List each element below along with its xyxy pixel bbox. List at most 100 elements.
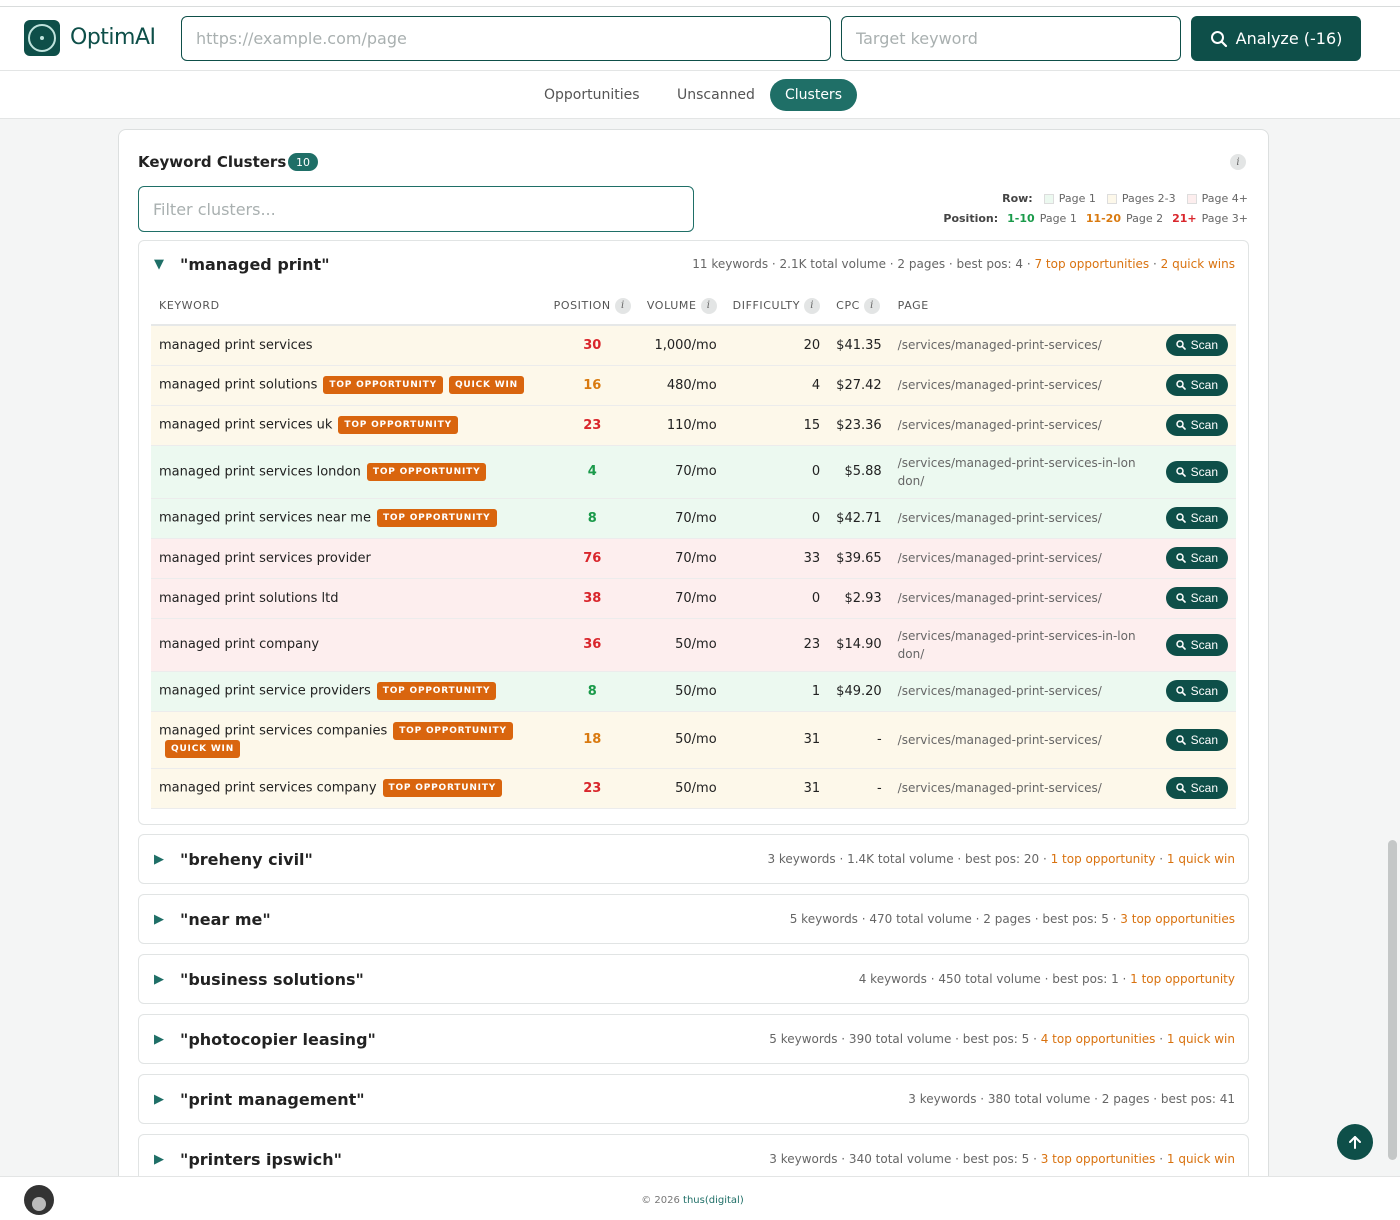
cpc-info-icon[interactable]: i	[864, 297, 881, 314]
url-input[interactable]	[181, 16, 831, 61]
scan-button[interactable]: Scan	[1165, 507, 1228, 529]
col-position[interactable]: POSITION i	[545, 287, 639, 326]
tab-unscanned[interactable]: Unscanned	[662, 79, 770, 111]
col-keyword[interactable]: KEYWORD	[151, 287, 546, 326]
col-cpc-label: CPC	[836, 298, 860, 312]
difficulty-cell: 0	[724, 498, 829, 539]
scan-button[interactable]: Scan	[1165, 728, 1228, 751]
logo-icon[interactable]	[24, 20, 60, 56]
scan-button[interactable]: Scan	[1165, 680, 1228, 702]
difficulty-cell: 20	[724, 325, 829, 366]
brand-name[interactable]: OptimAI	[70, 25, 156, 50]
cluster-meta: 3 keywords · 1.4K total volume · best po…	[767, 852, 1235, 866]
volume-cell: 70/mo	[638, 578, 725, 619]
scan-button[interactable]: Scan	[1165, 460, 1228, 483]
keywords-table-body: managed print services 30 1,000/mo 20 $41.35…	[151, 325, 1236, 809]
analyze-button[interactable]: Analyze (-16)	[1191, 16, 1361, 61]
search-icon	[1175, 734, 1186, 745]
col-page-label: PAGE	[897, 299, 929, 312]
tab-opportunities[interactable]: Opportunities	[529, 79, 655, 111]
search-icon	[1175, 420, 1186, 430]
pos-page-3: Page 3+	[1201, 212, 1248, 225]
action-cell: Scan	[1147, 618, 1236, 672]
scan-button[interactable]: Scan	[1165, 777, 1228, 799]
keyword-cell: managed print service providers TOP OPPOR…	[151, 671, 546, 712]
page-cell: /services/managed-print-services/	[889, 405, 1148, 446]
scan-label: Scan	[1190, 732, 1218, 747]
cluster-name: "managed print"	[180, 255, 330, 274]
page-cell: /services/managed-print-services/	[889, 578, 1148, 619]
cluster-row[interactable]: ▶ "breheny civil" 3 keywords · 1.4K tota…	[138, 834, 1249, 884]
copyright: © 2026 thus(digital)	[0, 1195, 1385, 1206]
cluster-meta: 5 keywords · 390 total volume · best pos…	[769, 1032, 1235, 1046]
scan-button[interactable]: Scan	[1165, 374, 1228, 396]
cpc-cell: $49.20	[828, 671, 890, 712]
table-row: managed print services uk TOP OPPORTUNITY…	[151, 405, 1236, 446]
cluster-row[interactable]: ▶ "photocopier leasing" 5 keywords · 390…	[138, 1014, 1249, 1064]
caret-right-icon[interactable]: ▶	[154, 1092, 164, 1107]
tab-clusters[interactable]: Clusters	[770, 79, 857, 111]
cluster-meta-sep: ·	[1155, 1152, 1167, 1166]
footer-link[interactable]: thus(digital)	[683, 1195, 744, 1206]
table-row: managed print services provider 76 70/mo 33…	[151, 538, 1236, 579]
volume-info-icon[interactable]: i	[700, 297, 717, 314]
caret-right-icon[interactable]: ▶	[154, 972, 164, 987]
pos-range-green: 1-10	[1007, 212, 1035, 225]
cluster-name: "photocopier leasing"	[180, 1030, 376, 1049]
cluster-row[interactable]: ▶ "near me" 5 keywords · 470 total volum…	[138, 894, 1249, 944]
cluster-row[interactable]: ▶ "business solutions" 4 keywords · 450 …	[138, 954, 1249, 1004]
filter-clusters-input[interactable]	[138, 186, 694, 232]
scan-button[interactable]: Scan	[1165, 334, 1228, 357]
caret-right-icon[interactable]: ▶	[154, 1152, 164, 1167]
cluster-count-badge: 10	[288, 153, 318, 171]
position-cell: 30	[545, 325, 639, 366]
difficulty-cell: 4	[724, 365, 829, 406]
info-icon[interactable]: i	[1230, 154, 1246, 170]
col-volume[interactable]: VOLUME i	[638, 287, 725, 326]
action-cell: Scan	[1147, 365, 1236, 406]
volume-cell: 70/mo	[638, 498, 725, 539]
caret-right-icon[interactable]: ▶	[154, 1032, 164, 1047]
caret-right-icon[interactable]: ▶	[154, 912, 164, 927]
scan-button[interactable]: Scan	[1165, 414, 1228, 436]
search-icon	[1175, 513, 1186, 523]
difficulty-cell: 0	[724, 578, 829, 619]
cpc-cell: $14.90	[828, 618, 890, 672]
col-page[interactable]: PAGE	[889, 287, 1148, 326]
keyword-cell: managed print services near me TOP OPPORT…	[151, 498, 546, 539]
col-difficulty[interactable]: DIFFICULTY i	[724, 287, 829, 326]
keyword-cell: managed print services london TOP OPPORTU…	[151, 445, 546, 499]
col-cpc[interactable]: CPC i	[828, 287, 890, 326]
cluster-meta-text: 5 keywords · 470 total volume · 2 pages …	[789, 912, 1121, 926]
cluster-meta: 11 keywords · 2.1K total volume · 2 page…	[692, 257, 1235, 271]
scan-button[interactable]: Scan	[1165, 587, 1228, 609]
page-cell: /services/managed-print-services/	[889, 538, 1148, 579]
keyword-cell: managed print services	[151, 325, 546, 366]
target-keyword-input[interactable]	[841, 16, 1181, 61]
col-position-label: POSITION	[553, 298, 611, 312]
analyze-label: Analyze (-16)	[1235, 29, 1343, 48]
difficulty-info-icon[interactable]: i	[804, 297, 821, 314]
keyword-text: managed print services near me	[159, 510, 371, 526]
scan-button[interactable]: Scan	[1165, 547, 1228, 569]
position-info-icon[interactable]: i	[614, 297, 631, 314]
cluster-row[interactable]: ▶ "print management" 3 keywords · 380 to…	[138, 1074, 1249, 1124]
page-scrollbar[interactable]	[1388, 840, 1397, 1160]
pos-range-orange: 11-20	[1085, 212, 1121, 225]
action-cell: Scan	[1147, 578, 1236, 619]
scan-label: Scan	[1190, 464, 1218, 479]
scan-button[interactable]: Scan	[1165, 633, 1228, 656]
pos-range-red: 21+	[1172, 212, 1197, 225]
cluster-meta-sep: ·	[1149, 257, 1161, 271]
swatch-page-4plus	[1186, 193, 1197, 204]
caret-right-icon[interactable]: ▶	[154, 852, 164, 867]
row-legend-page1: Page 1	[1058, 192, 1096, 205]
cluster-meta-text: 5 keywords · 390 total volume · best pos…	[769, 1032, 1041, 1046]
scroll-to-top-button[interactable]	[1337, 1124, 1373, 1160]
position-legend-label: Position:	[943, 212, 999, 225]
keyword-cell: managed print services provider	[151, 538, 546, 579]
cluster-header[interactable]: ▼ "managed print" 11 keywords · 2.1K tot…	[139, 241, 1248, 289]
caret-down-icon[interactable]: ▼	[154, 257, 164, 272]
position-cell: 23	[545, 405, 639, 446]
cpc-cell: $39.65	[828, 538, 890, 579]
